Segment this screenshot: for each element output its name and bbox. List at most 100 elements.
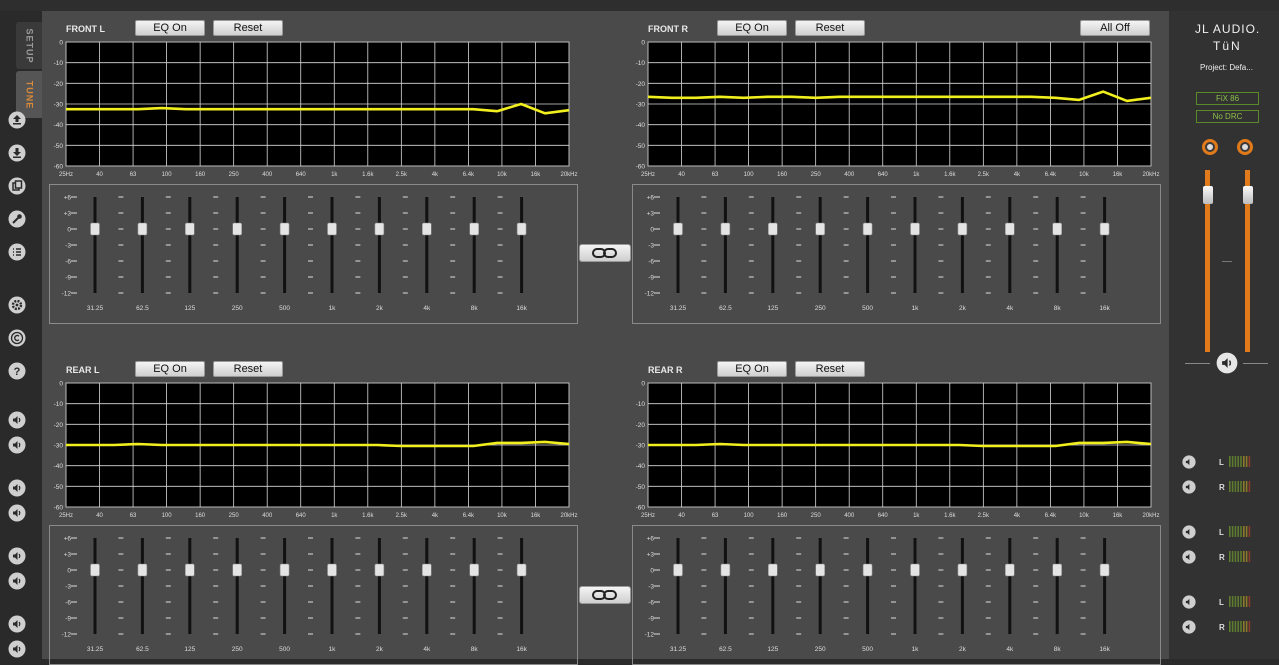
- band-slider-thumb[interactable]: [374, 222, 385, 236]
- band-slider-thumb[interactable]: [279, 222, 290, 236]
- band-slider-thumb[interactable]: [862, 222, 873, 236]
- band-slider-thumb[interactable]: [279, 563, 290, 577]
- band-slider-thumb[interactable]: [421, 563, 432, 577]
- band-slider-thumb[interactable]: [1052, 563, 1063, 577]
- copy-icon[interactable]: [8, 177, 26, 195]
- speaker-icon[interactable]: [1182, 550, 1196, 564]
- band-slider-track: [235, 538, 239, 634]
- upload-icon[interactable]: [8, 111, 26, 129]
- tab-setup[interactable]: SETUP: [16, 22, 42, 69]
- master-slider-thumb[interactable]: [1243, 186, 1253, 205]
- master-mute-icon[interactable]: [1216, 352, 1238, 374]
- speaker-icon[interactable]: [1182, 525, 1196, 539]
- band-slider-thumb[interactable]: [421, 222, 432, 236]
- copyright-icon[interactable]: [8, 329, 26, 347]
- band-slider-thumb[interactable]: [720, 222, 731, 236]
- band-label: 4k: [423, 305, 431, 312]
- band-slider-thumb[interactable]: [1004, 563, 1015, 577]
- band-slider-thumb[interactable]: [673, 563, 683, 577]
- level-knob[interactable]: [1202, 139, 1218, 155]
- band-slider-thumb[interactable]: [862, 563, 873, 577]
- level-meter: [1229, 596, 1251, 607]
- gear-icon[interactable]: [8, 296, 26, 314]
- band-slider-thumb[interactable]: [516, 563, 527, 577]
- eq-on-button[interactable]: EQ On: [135, 361, 205, 377]
- meter-segment: [1245, 621, 1248, 632]
- meter-segment: [1245, 526, 1248, 537]
- band-slider-thumb[interactable]: [232, 563, 242, 577]
- level-knob[interactable]: [1237, 139, 1253, 155]
- link-button[interactable]: [579, 244, 631, 262]
- eq-on-button[interactable]: EQ On: [717, 361, 787, 377]
- band-slider-thumb[interactable]: [1099, 563, 1110, 577]
- band-slider-thumb[interactable]: [1052, 222, 1063, 236]
- band-slider-thumb[interactable]: [90, 563, 100, 577]
- band-label: 250: [232, 305, 243, 312]
- y-tick-label: -30: [636, 443, 646, 450]
- list-icon[interactable]: [8, 243, 26, 261]
- reset-button[interactable]: Reset: [795, 361, 865, 377]
- speaker-icon[interactable]: [8, 411, 26, 429]
- band-slider-thumb[interactable]: [185, 222, 195, 236]
- reset-button[interactable]: Reset: [213, 361, 283, 377]
- band-label: 125: [184, 646, 195, 653]
- band-slider-thumb[interactable]: [673, 222, 683, 236]
- master-slider-thumb[interactable]: [1203, 186, 1213, 205]
- band-slider-thumb[interactable]: [137, 563, 148, 577]
- band-slider-thumb[interactable]: [1099, 222, 1110, 236]
- band-slider-thumb[interactable]: [90, 222, 100, 236]
- help-icon[interactable]: ?: [8, 362, 26, 380]
- speaker-icon[interactable]: [8, 436, 26, 454]
- speaker-icon[interactable]: [1182, 620, 1196, 634]
- x-tick-label: 1k: [913, 513, 920, 519]
- x-tick-label: 6.4k: [463, 513, 475, 519]
- speaker-icon[interactable]: [8, 572, 26, 590]
- eq-on-button[interactable]: EQ On: [717, 20, 787, 36]
- y-tick-label: -40: [636, 463, 646, 470]
- speaker-icon[interactable]: [8, 479, 26, 497]
- band-slider-thumb[interactable]: [815, 563, 825, 577]
- y-tick-label: -50: [636, 143, 646, 150]
- divider: [1243, 363, 1268, 364]
- band-slider-thumb[interactable]: [910, 222, 920, 236]
- band-slider-thumb[interactable]: [1004, 222, 1015, 236]
- band-slider-thumb[interactable]: [327, 222, 337, 236]
- speaker-icon[interactable]: [8, 640, 26, 658]
- band-slider-thumb[interactable]: [768, 222, 778, 236]
- x-tick-label: 2.5k: [396, 513, 408, 519]
- reset-button[interactable]: Reset: [795, 20, 865, 36]
- band-slider-thumb[interactable]: [957, 563, 968, 577]
- band-slider-thumb[interactable]: [815, 222, 825, 236]
- wrench-icon[interactable]: [8, 210, 26, 228]
- y-tick-label: -60: [54, 164, 64, 171]
- meter-segment: [1234, 481, 1237, 492]
- band-slider-thumb[interactable]: [910, 563, 920, 577]
- band-slider-thumb[interactable]: [469, 222, 480, 236]
- speaker-icon[interactable]: [1182, 595, 1196, 609]
- band-slider-thumb[interactable]: [720, 563, 731, 577]
- meter-segment: [1237, 596, 1239, 607]
- band-slider-thumb[interactable]: [185, 563, 195, 577]
- band-slider-thumb[interactable]: [768, 563, 778, 577]
- meter-segment: [1229, 456, 1231, 467]
- band-slider-track: [1008, 538, 1012, 634]
- x-tick-label: 640: [296, 172, 307, 178]
- band-slider-thumb[interactable]: [469, 563, 480, 577]
- download-icon[interactable]: [8, 144, 26, 162]
- reset-button[interactable]: Reset: [213, 20, 283, 36]
- link-button[interactable]: [579, 586, 631, 604]
- band-slider-thumb[interactable]: [137, 222, 148, 236]
- eq-on-button[interactable]: EQ On: [135, 20, 205, 36]
- x-tick-label: 400: [844, 172, 855, 178]
- band-slider-thumb[interactable]: [232, 222, 242, 236]
- speaker-icon[interactable]: [8, 615, 26, 633]
- band-slider-thumb[interactable]: [516, 222, 527, 236]
- band-slider-thumb[interactable]: [327, 563, 337, 577]
- speaker-icon[interactable]: [8, 504, 26, 522]
- band-slider-thumb[interactable]: [374, 563, 385, 577]
- speaker-icon[interactable]: [8, 547, 26, 565]
- speaker-icon[interactable]: [1182, 455, 1196, 469]
- speaker-icon[interactable]: [1182, 480, 1196, 494]
- band-slider-thumb[interactable]: [957, 222, 968, 236]
- all-off-button[interactable]: All Off: [1080, 20, 1150, 36]
